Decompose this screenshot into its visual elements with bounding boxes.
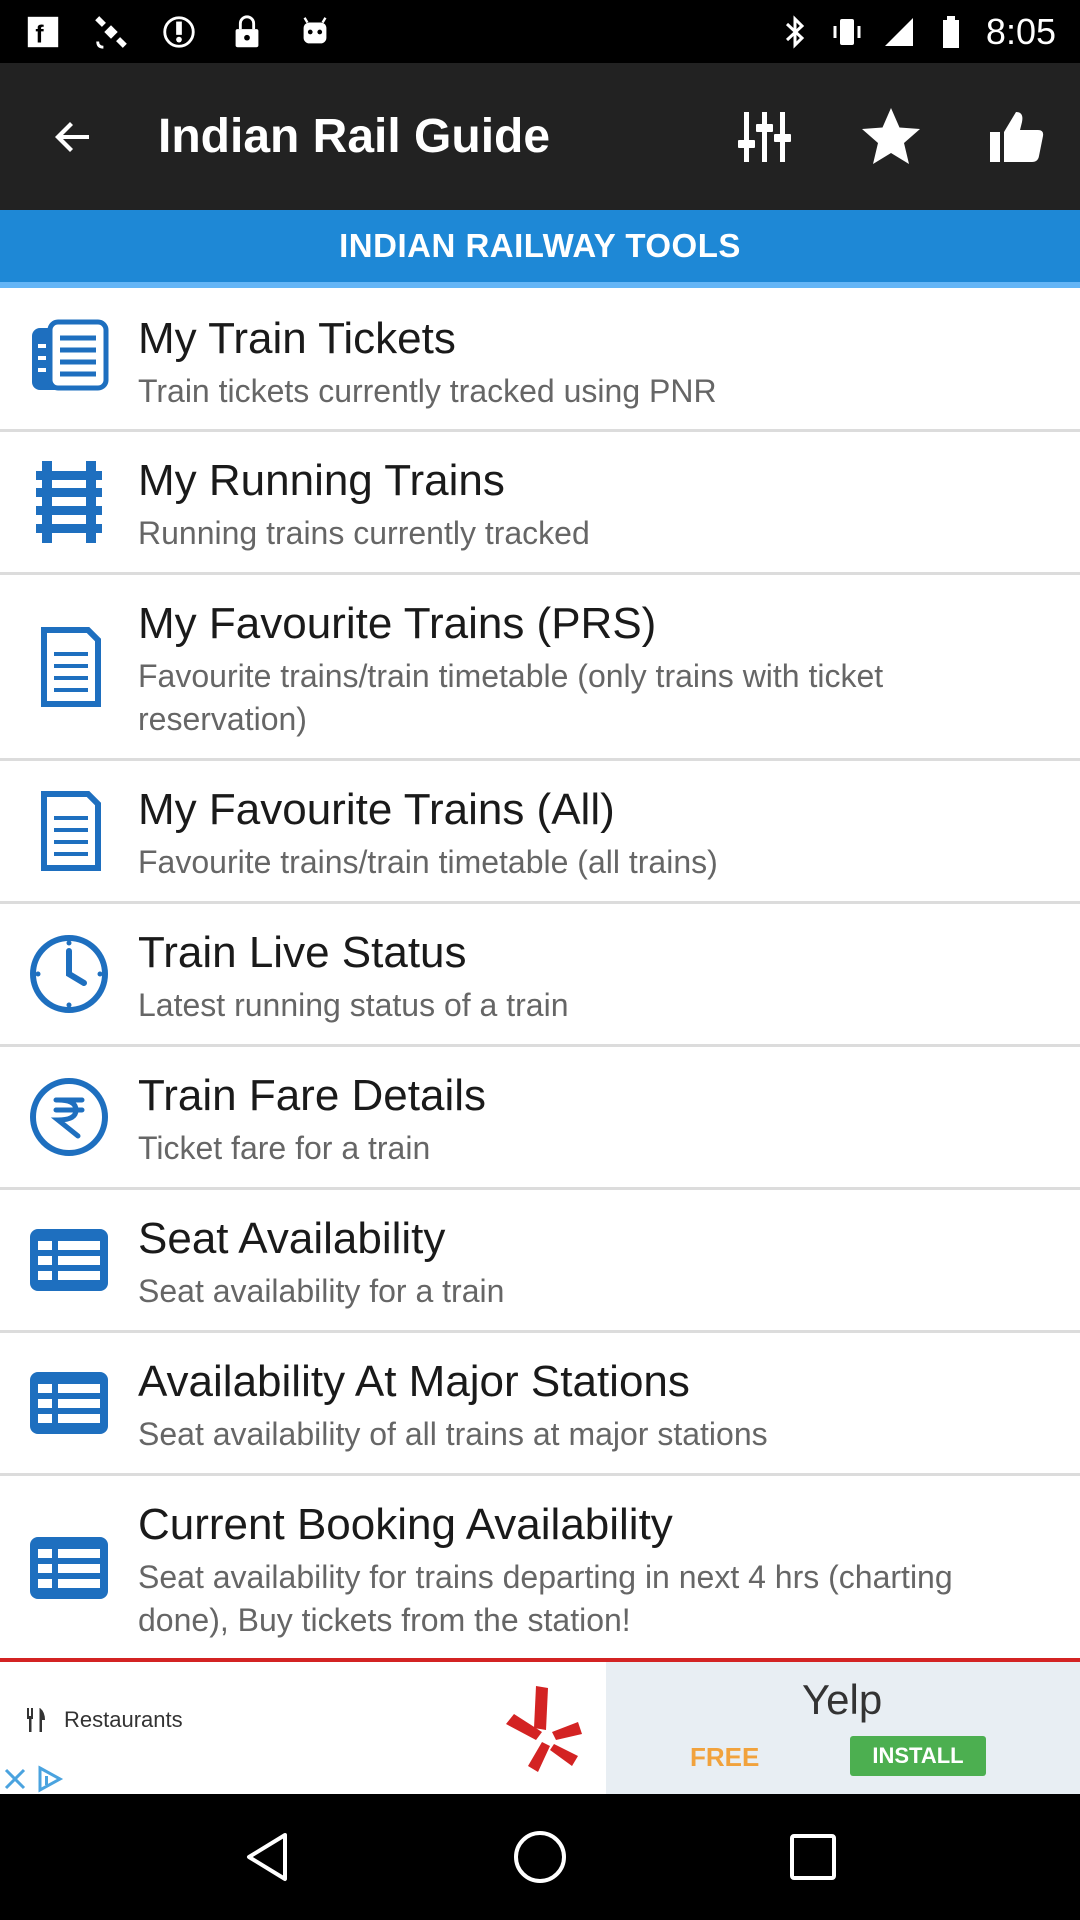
list-item-my-favourite-trains-all[interactable]: My Favourite Trains (All) Favourite trai…	[0, 761, 1080, 904]
table-icon	[26, 1217, 112, 1303]
list-item-availability-major-stations[interactable]: Availability At Major Stations Seat avai…	[0, 1333, 1080, 1476]
ad-install-button[interactable]: INSTALL	[850, 1736, 986, 1776]
back-arrow-icon	[55, 121, 89, 152]
star-icon	[862, 107, 920, 164]
item-subtitle: Seat availability for trains departing i…	[138, 1559, 953, 1638]
bluetooth-icon	[785, 14, 805, 49]
tools-list: My Train Tickets Train tickets currently…	[0, 288, 1080, 1658]
ad-category-label: Restaurants	[64, 1707, 183, 1732]
item-text: My Favourite Trains (All) Favourite trai…	[0, 783, 1080, 884]
document-icon	[26, 788, 112, 874]
list-item-my-running-trains[interactable]: My Running Trains Running trains current…	[0, 432, 1080, 575]
sliders-icon	[738, 111, 791, 162]
list-item-current-booking-availability[interactable]: Current Booking Availability Seat availa…	[0, 1476, 1080, 1658]
like-button[interactable]	[954, 63, 1080, 210]
item-title: Seat Availability	[138, 1214, 446, 1263]
list-item-seat-availability[interactable]: Seat Availability Seat availability for …	[0, 1190, 1080, 1333]
ad-banner[interactable]: Restaurants Yelp FREE INSTALL	[0, 1658, 1080, 1794]
svg-text:f: f	[35, 21, 44, 48]
yelp-burst-icon	[506, 1686, 582, 1772]
item-text: Seat Availability Seat availability for …	[0, 1212, 1080, 1313]
ad-controls	[0, 1764, 80, 1794]
item-text: Current Booking Availability Seat availa…	[0, 1498, 1080, 1642]
yelp-logo	[476, 1662, 606, 1794]
item-title: Current Booking Availability	[138, 1500, 673, 1549]
status-right-icons: 8:05	[778, 11, 1056, 53]
item-title: Availability At Major Stations	[138, 1357, 690, 1406]
list-item-my-favourite-trains-prs[interactable]: My Favourite Trains (PRS) Favourite trai…	[0, 575, 1080, 761]
tickets-icon	[26, 316, 112, 402]
item-subtitle: Seat availability for a train	[138, 1273, 505, 1309]
vibrate-icon	[833, 18, 861, 45]
table-icon	[26, 1525, 112, 1611]
item-title: My Train Tickets	[138, 314, 456, 363]
document-icon	[26, 624, 112, 710]
satellite-icon	[95, 15, 127, 49]
list-item-my-train-tickets[interactable]: My Train Tickets Train tickets currently…	[0, 288, 1080, 432]
recents-square-icon[interactable]	[783, 1827, 843, 1887]
close-icon[interactable]	[0, 1764, 30, 1794]
fork-knife-icon	[27, 1708, 45, 1732]
item-text: My Running Trains Running trains current…	[0, 454, 1080, 555]
filter-button[interactable]	[702, 63, 828, 210]
table-icon	[26, 1360, 112, 1446]
adchoices-icon[interactable]	[34, 1764, 64, 1794]
clock-icon	[26, 931, 112, 1017]
android-icon	[303, 16, 327, 43]
item-text: My Train Tickets Train tickets currently…	[0, 312, 1080, 413]
item-subtitle: Train tickets currently tracked using PN…	[138, 373, 717, 409]
back-triangle-icon[interactable]	[237, 1827, 297, 1887]
system-nav-bar	[0, 1794, 1080, 1920]
item-title: My Running Trains	[138, 456, 505, 505]
item-title: My Favourite Trains (PRS)	[138, 599, 657, 648]
item-subtitle: Running trains currently tracked	[138, 515, 590, 551]
item-subtitle: Latest running status of a train	[138, 987, 569, 1023]
status-clock: 8:05	[985, 10, 1056, 52]
thumbs-up-icon	[990, 111, 1044, 162]
app-title: Indian Rail Guide	[158, 110, 551, 163]
section-title: INDIAN RAILWAY TOOLS	[339, 227, 741, 264]
item-subtitle: Seat availability of all trains at major…	[138, 1416, 768, 1452]
railway-track-icon	[26, 459, 112, 545]
lock-icon	[235, 14, 259, 47]
item-text: Train Live Status Latest running status …	[0, 926, 1080, 1027]
notification-f-icon: f	[27, 16, 59, 48]
battery-icon	[942, 15, 959, 48]
item-text: Train Fare Details Ticket fare for a tra…	[0, 1069, 1080, 1170]
item-title: Train Fare Details	[138, 1071, 487, 1120]
alarm-icon	[163, 15, 195, 48]
ad-category: Restaurants	[24, 1706, 183, 1734]
ad-brand: Yelp	[802, 1676, 883, 1723]
app-bar: Indian Rail Guide	[0, 63, 1080, 210]
item-text: Availability At Major Stations Seat avai…	[0, 1355, 1080, 1456]
list-item-train-live-status[interactable]: Train Live Status Latest running status …	[0, 904, 1080, 1047]
item-subtitle: Favourite trains/train timetable (all tr…	[138, 844, 718, 880]
signal-icon	[884, 17, 913, 46]
item-subtitle: Favourite trains/train timetable (only t…	[138, 658, 884, 737]
item-subtitle: Ticket fare for a train	[138, 1130, 431, 1166]
back-button[interactable]	[0, 63, 146, 210]
rupee-icon	[26, 1074, 112, 1160]
item-title: Train Live Status	[138, 928, 467, 977]
status-left-icons: f	[24, 13, 334, 51]
list-item-train-fare-details[interactable]: Train Fare Details Ticket fare for a tra…	[0, 1047, 1080, 1190]
ad-free-label: FREE	[690, 1742, 760, 1772]
favorite-button[interactable]	[828, 63, 954, 210]
item-title: My Favourite Trains (All)	[138, 785, 615, 834]
status-bar: f 8:05	[0, 0, 1080, 63]
section-header: INDIAN RAILWAY TOOLS	[0, 210, 1080, 288]
ad-right-panel: Yelp FREE INSTALL	[606, 1662, 1080, 1794]
item-text: My Favourite Trains (PRS) Favourite trai…	[0, 597, 1080, 741]
home-circle-icon[interactable]	[510, 1827, 570, 1887]
